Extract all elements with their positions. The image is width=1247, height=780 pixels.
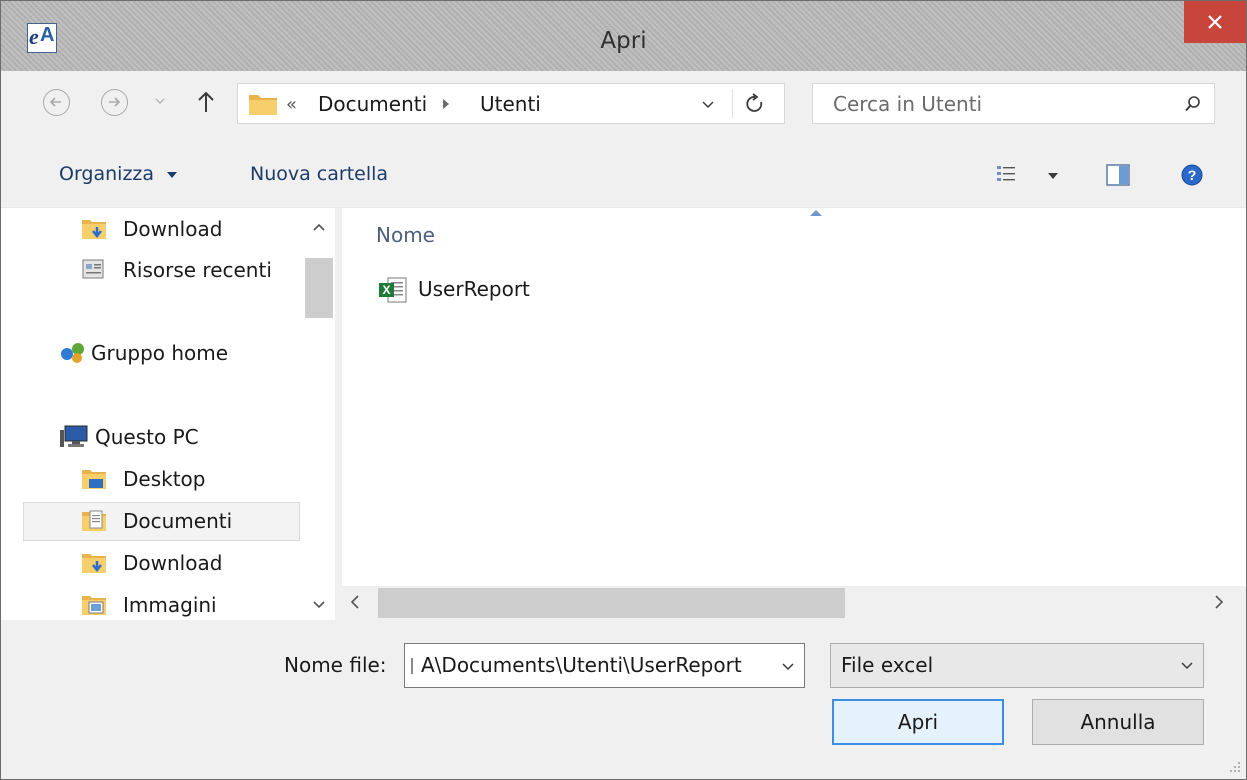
new-folder-button[interactable]: Nuova cartella [250,163,388,185]
open-file-dialog: eA Apri « Documenti Utenti Cerca in Uten… [0,0,1247,780]
pictures-folder-icon [82,596,106,615]
caret-down-icon [167,171,178,178]
command-bar: Organizza Nuova cartella ? [1,143,1246,208]
sidebar-item-immagini[interactable]: Immagini [81,588,281,625]
scroll-up-icon[interactable] [313,222,325,232]
homegroup-icon [61,343,84,363]
svg-text:X: X [382,283,390,297]
address-overflow-chevrons[interactable]: « [286,94,297,115]
window-title: Apri [600,28,647,54]
download-folder-icon [82,554,106,573]
back-button[interactable] [43,89,70,116]
arrow-right-icon [109,97,121,107]
desktop-folder-icon [82,470,106,489]
up-arrow-icon[interactable] [196,90,216,114]
filetype-select[interactable]: File excel [830,643,1204,688]
breadcrumb-utenti[interactable]: Utenti [480,92,541,116]
sidebar-item-download-2[interactable]: Download [81,546,281,583]
sidebar-item-label: Desktop [123,467,206,491]
help-icon[interactable]: ? [1181,164,1203,186]
forward-button[interactable] [101,89,128,116]
documents-folder-icon [82,510,106,531]
organize-menu-button[interactable]: Organizza [59,163,178,185]
svg-text:?: ? [1188,167,1197,183]
view-dropdown-caret-icon[interactable] [1047,172,1059,180]
organize-label: Organizza [59,163,155,185]
recent-places-icon [82,259,104,279]
preview-pane-icon[interactable] [1106,164,1130,186]
breadcrumb-separator-icon[interactable] [441,98,451,110]
arrow-left-icon [49,97,61,107]
folder-icon [249,95,277,115]
sort-ascending-icon [810,210,822,216]
column-header-name[interactable]: Nome [376,223,435,247]
search-icon[interactable] [1184,95,1202,113]
refresh-icon[interactable] [744,93,766,115]
scrollbar-thumb[interactable] [305,258,333,318]
sidebar-item-documenti[interactable]: Documenti [81,504,281,541]
close-icon [1208,15,1222,29]
filename-input[interactable]: A\Documents\Utenti\UserReport [404,643,805,688]
resize-grip-icon[interactable] [1226,758,1242,774]
address-bar[interactable]: « Documenti Utenti [237,83,785,124]
sidebar-item-label: Documenti [123,509,233,533]
title-bar[interactable]: eA Apri [1,1,1246,71]
filename-value: A\Documents\Utenti\UserReport [421,653,742,677]
file-list[interactable]: Nome X UserReport [342,208,1246,586]
cancel-button[interactable]: Annulla [1032,699,1204,745]
download-folder-icon [82,220,106,239]
sidebar-item-download[interactable]: Download [81,212,281,249]
sidebar-item-label: Download [123,217,223,241]
sidebar-item-homegroup[interactable]: Gruppo home [59,336,279,373]
search-placeholder: Cerca in Utenti [833,92,983,116]
navigation-pane-scrollbar[interactable] [304,208,335,620]
scroll-down-icon[interactable] [313,600,325,610]
breadcrumb-documenti[interactable]: Documenti [318,92,427,116]
chevron-down-icon [1181,662,1193,670]
sidebar-item-recent-places[interactable]: Risorse recenti [81,253,281,290]
scroll-right-icon[interactable] [1214,595,1224,609]
file-name: UserReport [418,277,530,301]
excel-file-icon: X [379,277,407,303]
sidebar-item-label: Gruppo home [91,341,229,365]
scrollbar-thumb[interactable] [378,588,845,618]
recent-locations-chevron-icon[interactable] [153,94,167,108]
navigation-pane[interactable]: Download Risorse recenti Gruppo home Que… [1,208,304,620]
filetype-value: File excel [841,653,934,677]
text-overflow-marker [411,658,413,674]
search-input[interactable]: Cerca in Utenti [812,83,1215,124]
address-divider [732,89,733,118]
sidebar-item-label: Questo PC [95,425,199,449]
sidebar-item-label: Download [123,551,223,575]
sidebar-item-label: Risorse recenti [123,258,272,282]
close-button[interactable] [1184,1,1246,43]
sidebar-item-desktop[interactable]: Desktop [81,462,281,499]
chevron-down-icon[interactable] [781,662,795,672]
filename-label: Nome file: [284,653,387,677]
computer-icon [60,425,88,447]
view-options-icon[interactable] [996,165,1016,183]
open-button[interactable]: Apri [832,699,1004,745]
sidebar-item-label: Immagini [123,593,217,617]
file-list-horizontal-scrollbar[interactable] [342,586,1246,620]
sidebar-item-this-pc[interactable]: Questo PC [59,420,279,457]
address-history-chevron-icon[interactable] [701,100,715,110]
scroll-left-icon[interactable] [350,595,360,609]
